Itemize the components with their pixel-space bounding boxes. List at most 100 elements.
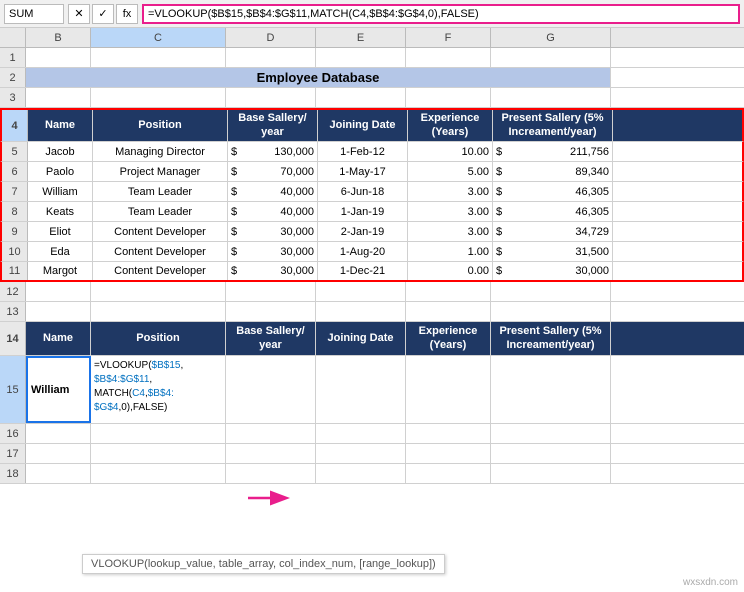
cancel-button[interactable]: ✕	[68, 4, 90, 24]
cell-c10[interactable]: Content Developer	[93, 242, 228, 261]
cell-g6[interactable]: $89,340	[493, 162, 613, 181]
cell-d16[interactable]	[226, 424, 316, 443]
lookup-header-position[interactable]: Position	[91, 322, 226, 355]
cell-b7[interactable]: William	[28, 182, 93, 201]
cell-f7[interactable]: 3.00	[408, 182, 493, 201]
cell-f6[interactable]: 5.00	[408, 162, 493, 181]
confirm-button[interactable]: ✓	[92, 4, 114, 24]
cell-f15[interactable]	[406, 356, 491, 423]
cell-g3[interactable]	[491, 88, 611, 107]
cell-g7[interactable]: $46,305	[493, 182, 613, 201]
cell-g8[interactable]: $46,305	[493, 202, 613, 221]
name-box[interactable]: SUM	[4, 4, 64, 24]
cell-e5[interactable]: 1-Feb-12	[318, 142, 408, 161]
cell-c12[interactable]	[91, 282, 226, 301]
cell-c5[interactable]: Managing Director	[93, 142, 228, 161]
cell-e15[interactable]	[316, 356, 406, 423]
cell-c1[interactable]	[91, 48, 226, 67]
cell-f17[interactable]	[406, 444, 491, 463]
cell-f8[interactable]: 3.00	[408, 202, 493, 221]
cell-g10[interactable]: $31,500	[493, 242, 613, 261]
cell-b9[interactable]: Eliot	[28, 222, 93, 241]
lookup-header-base[interactable]: Base Sallery/ year	[226, 322, 316, 355]
cell-g17[interactable]	[491, 444, 611, 463]
cell-c8[interactable]: Team Leader	[93, 202, 228, 221]
cell-g9[interactable]: $34,729	[493, 222, 613, 241]
header-present-salary[interactable]: Present Sallery (5% Increament/year)	[493, 110, 613, 141]
cell-c7[interactable]: Team Leader	[93, 182, 228, 201]
cell-d15[interactable]	[226, 356, 316, 423]
lookup-header-present[interactable]: Present Sallery (5% Increament/year)	[491, 322, 611, 355]
header-base-salary[interactable]: Base Sallery/ year	[228, 110, 318, 141]
cell-g5[interactable]: $211,756	[493, 142, 613, 161]
cell-b16[interactable]	[26, 424, 91, 443]
cell-b13[interactable]	[26, 302, 91, 321]
cell-b11[interactable]: Margot	[28, 262, 93, 280]
cell-f5[interactable]: 10.00	[408, 142, 493, 161]
cell-c16[interactable]	[91, 424, 226, 443]
lookup-header-joining[interactable]: Joining Date	[316, 322, 406, 355]
col-header-e[interactable]: E	[316, 28, 406, 47]
col-header-f[interactable]: F	[406, 28, 491, 47]
cell-c9[interactable]: Content Developer	[93, 222, 228, 241]
cell-e8[interactable]: 1-Jan-19	[318, 202, 408, 221]
cell-f3[interactable]	[406, 88, 491, 107]
cell-d3[interactable]	[226, 88, 316, 107]
cell-f13[interactable]	[406, 302, 491, 321]
cell-b8[interactable]: Keats	[28, 202, 93, 221]
cell-e7[interactable]: 6-Jun-18	[318, 182, 408, 201]
cell-b1[interactable]	[26, 48, 91, 67]
header-experience[interactable]: Experience (Years)	[408, 110, 493, 141]
cell-g13[interactable]	[491, 302, 611, 321]
cell-d11[interactable]: $30,000	[228, 262, 318, 280]
cell-e9[interactable]: 2-Jan-19	[318, 222, 408, 241]
cell-b12[interactable]	[26, 282, 91, 301]
cell-e6[interactable]: 1-May-17	[318, 162, 408, 181]
formula-cell-c15[interactable]: =VLOOKUP($B$15, $B$4:$G$11, MATCH(C4,$B$…	[91, 356, 226, 423]
cell-e16[interactable]	[316, 424, 406, 443]
cell-e3[interactable]	[316, 88, 406, 107]
cell-e12[interactable]	[316, 282, 406, 301]
cell-g18[interactable]	[491, 464, 611, 483]
cell-c18[interactable]	[91, 464, 226, 483]
title-cell[interactable]: Employee Database	[26, 68, 611, 87]
cell-c3[interactable]	[91, 88, 226, 107]
cell-c6[interactable]: Project Manager	[93, 162, 228, 181]
cell-d17[interactable]	[226, 444, 316, 463]
cell-f9[interactable]: 3.00	[408, 222, 493, 241]
formula-input[interactable]: =VLOOKUP($B$15,$B$4:$G$11,MATCH(C4,$B$4:…	[142, 4, 740, 24]
cell-b18[interactable]	[26, 464, 91, 483]
cell-b17[interactable]	[26, 444, 91, 463]
cell-b5[interactable]: Jacob	[28, 142, 93, 161]
header-joining-date[interactable]: Joining Date	[318, 110, 408, 141]
cell-d5[interactable]: $130,000	[228, 142, 318, 161]
cell-b10[interactable]: Eda	[28, 242, 93, 261]
cell-f11[interactable]: 0.00	[408, 262, 493, 280]
cell-d8[interactable]: $40,000	[228, 202, 318, 221]
cell-d18[interactable]	[226, 464, 316, 483]
cell-f18[interactable]	[406, 464, 491, 483]
cell-g12[interactable]	[491, 282, 611, 301]
col-header-c[interactable]: C	[91, 28, 226, 47]
cell-e10[interactable]: 1-Aug-20	[318, 242, 408, 261]
lookup-header-exp[interactable]: Experience (Years)	[406, 322, 491, 355]
header-name[interactable]: Name	[28, 110, 93, 141]
cell-d1[interactable]	[226, 48, 316, 67]
cell-g16[interactable]	[491, 424, 611, 443]
col-header-d[interactable]: D	[226, 28, 316, 47]
formula-button[interactable]: fx	[116, 4, 138, 24]
cell-b15[interactable]: William	[26, 356, 91, 423]
cell-d13[interactable]	[226, 302, 316, 321]
header-position[interactable]: Position	[93, 110, 228, 141]
cell-e11[interactable]: 1-Dec-21	[318, 262, 408, 280]
cell-d6[interactable]: $70,000	[228, 162, 318, 181]
col-header-b[interactable]: B	[26, 28, 91, 47]
cell-b3[interactable]	[26, 88, 91, 107]
lookup-header-name[interactable]: Name	[26, 322, 91, 355]
cell-f12[interactable]	[406, 282, 491, 301]
cell-c17[interactable]	[91, 444, 226, 463]
cell-b6[interactable]: Paolo	[28, 162, 93, 181]
cell-d7[interactable]: $40,000	[228, 182, 318, 201]
cell-d9[interactable]: $30,000	[228, 222, 318, 241]
cell-e18[interactable]	[316, 464, 406, 483]
